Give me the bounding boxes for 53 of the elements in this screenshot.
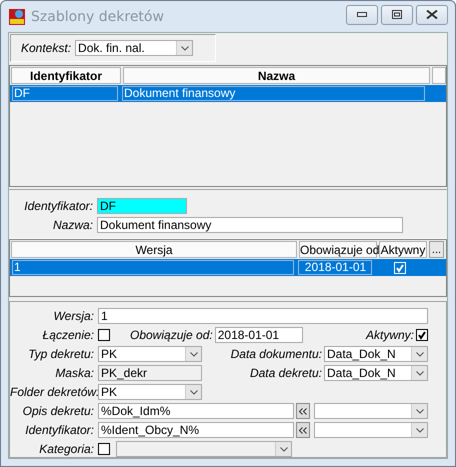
app-icon	[9, 8, 25, 24]
column-header[interactable]: Wersja	[11, 241, 297, 258]
decree-date-label: Data dekretu:	[250, 366, 322, 380]
identifier-field[interactable]: %Ident_Obcy_N%	[98, 422, 294, 438]
insert-button[interactable]	[296, 422, 310, 438]
decree-type-label: Typ dekretu:	[27, 347, 94, 361]
column-header[interactable]: Identyfikator	[11, 67, 121, 84]
active-checkbox[interactable]	[416, 329, 428, 341]
table-cell: 1	[12, 260, 294, 275]
minimize-button[interactable]	[346, 4, 378, 24]
window-title: Szablony dekretów	[31, 8, 164, 24]
table-cell: Dokument finansowy	[122, 86, 425, 101]
identifier-label: Identyfikator:	[24, 423, 94, 437]
version-label: Wersja:	[52, 309, 94, 323]
document-date-dropdown[interactable]: Data_Dok_N	[324, 346, 428, 362]
name-label: Nazwa:	[52, 218, 93, 232]
mask-label: Maska:	[54, 366, 94, 380]
table-row[interactable]: 1 2018-01-01	[10, 259, 446, 276]
column-header[interactable]: Aktywny	[379, 241, 427, 258]
document-date-label: Data dokumentu:	[230, 347, 322, 361]
name-field[interactable]: Dokument finansowy	[97, 217, 403, 233]
context-label: Kontekst:	[21, 41, 72, 55]
description-label: Opis dekretu:	[22, 404, 94, 418]
category-checkbox[interactable]	[98, 443, 110, 455]
table-cell: DF	[12, 86, 118, 101]
joining-checkbox[interactable]	[98, 329, 110, 341]
identifier-label: Identyfikator:	[23, 199, 93, 213]
context-dropdown[interactable]: Dok. fin. nal.	[75, 40, 194, 56]
maximize-button[interactable]	[381, 4, 413, 24]
table-cell: 2018-01-01	[298, 260, 372, 275]
column-header[interactable]: Obowiązuje od	[299, 241, 377, 258]
insert-button[interactable]	[296, 403, 310, 419]
decree-date-dropdown[interactable]: Data_Dok_N	[324, 365, 428, 381]
table-row[interactable]: DF Dokument finansowy	[10, 85, 446, 102]
active-label: Aktywny:	[366, 328, 414, 342]
category-label: Kategoria:	[38, 442, 94, 456]
version-field[interactable]: 1	[98, 308, 428, 324]
joining-label: Łączenie:	[42, 328, 94, 342]
column-header[interactable]: Nazwa	[123, 67, 430, 84]
minimize-icon	[357, 12, 367, 18]
mask-field[interactable]: PK_dekr	[98, 365, 202, 381]
double-chevron-icon	[299, 408, 307, 414]
folder-dropdown[interactable]: PK	[98, 384, 202, 400]
close-icon	[425, 10, 439, 19]
valid-from-field[interactable]: 2018-01-01	[214, 327, 303, 343]
more-button[interactable]: ...	[429, 241, 444, 258]
description-field[interactable]: %Dok_Idm%	[98, 403, 294, 419]
maximize-icon	[392, 10, 402, 19]
identifier-field[interactable]: DF	[97, 198, 187, 214]
valid-from-label: Obowiązuje od:	[130, 328, 213, 342]
decree-type-dropdown[interactable]: PK	[98, 346, 202, 362]
close-button[interactable]	[416, 4, 448, 24]
double-chevron-icon	[299, 426, 307, 434]
